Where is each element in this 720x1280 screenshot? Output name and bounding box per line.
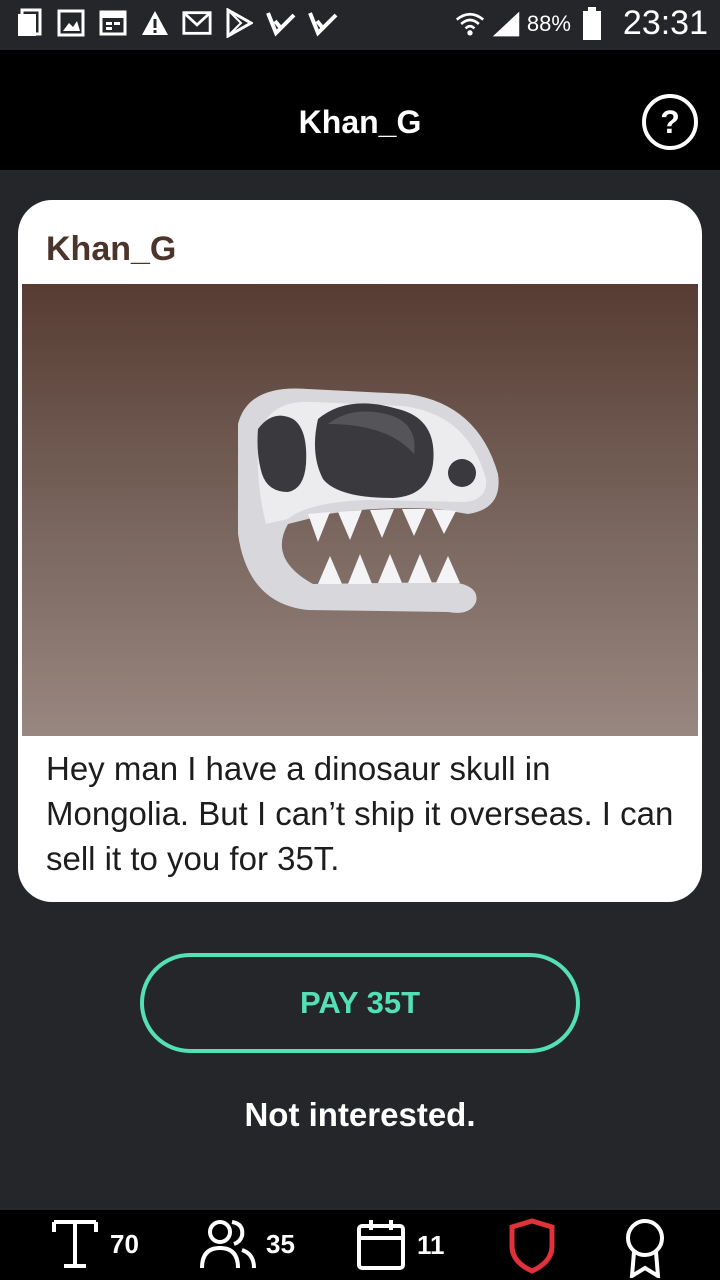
help-icon: ? [660,103,680,140]
message-image [22,284,698,736]
tokens-count: 70 [110,1228,139,1259]
message-text: Hey man I have a dinosaur skull in Mongo… [46,750,674,877]
dinosaur-skull-icon [238,388,499,613]
image-icon [56,8,86,38]
copy-icon [14,8,44,38]
check-icon [266,8,296,38]
wifi-icon [455,9,485,39]
calendar-icon [98,8,128,38]
check-icon [308,8,338,38]
followers-count: 35 [266,1228,295,1259]
system-status: 88% 23:31 [455,4,708,43]
text-icon [52,1220,98,1268]
battery-percent: 88% [526,10,571,36]
warning-icon [140,8,170,38]
stat-tokens[interactable]: 70 [50,1218,139,1270]
battery-icon [577,6,607,40]
shield-icon [509,1218,555,1274]
shield-button[interactable] [508,1218,556,1274]
not-interested-button[interactable]: Not interested. [0,1096,720,1134]
notification-icons [14,8,338,38]
stat-followers[interactable]: 35 [200,1218,295,1270]
app-bar: Khan_G ? [0,50,720,170]
stat-days[interactable]: 11 [355,1218,445,1272]
days-count: 11 [417,1229,445,1260]
help-button[interactable]: ? [642,94,698,150]
award-icon [626,1219,664,1278]
users-icon [200,1220,256,1269]
gmail-icon [182,8,212,38]
play-store-icon [224,8,254,38]
pay-button[interactable]: PAY 35T [140,953,580,1053]
message-card: Khan_G Hey man I have a dinosaur skull i… [18,200,702,902]
calendar-icon [357,1220,405,1270]
page-title: Khan_G [298,104,422,140]
clock: 23:31 [622,4,708,42]
status-bar: 88% 23:31 [0,0,720,50]
message-sender: Khan_G [46,230,177,268]
bottom-stats-bar: 70 35 11 [0,1210,720,1280]
awards-button[interactable] [622,1218,668,1278]
signal-icon [491,9,521,39]
